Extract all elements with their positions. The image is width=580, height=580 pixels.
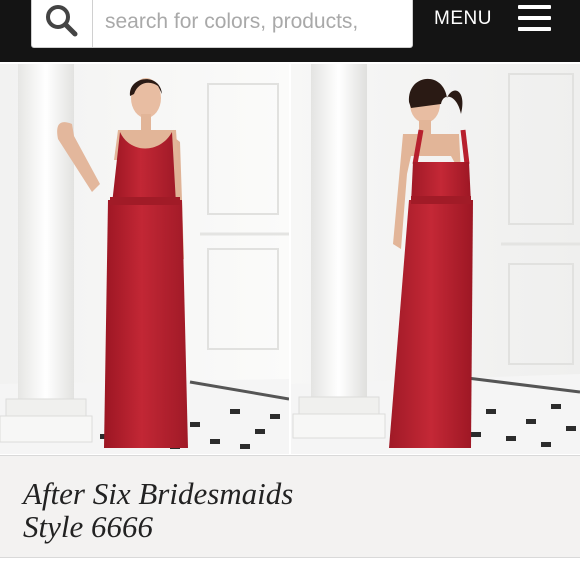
product-photo-back[interactable] xyxy=(291,64,580,454)
product-style-number: Style 6666 xyxy=(23,509,153,544)
menu-label: MENU xyxy=(434,8,492,29)
search-button[interactable] xyxy=(32,0,93,47)
search-input[interactable] xyxy=(93,0,411,47)
menu-button[interactable]: MENU xyxy=(424,0,580,40)
search-icon xyxy=(46,5,78,37)
product-title-band: After Six Bridesmaids Style 6666 xyxy=(0,455,580,558)
search-box xyxy=(31,0,413,48)
product-photo-front[interactable] xyxy=(0,64,289,454)
top-bar: MENU xyxy=(0,0,580,62)
hamburger-menu-icon xyxy=(518,5,551,31)
product-title: After Six Bridesmaids xyxy=(23,476,294,511)
